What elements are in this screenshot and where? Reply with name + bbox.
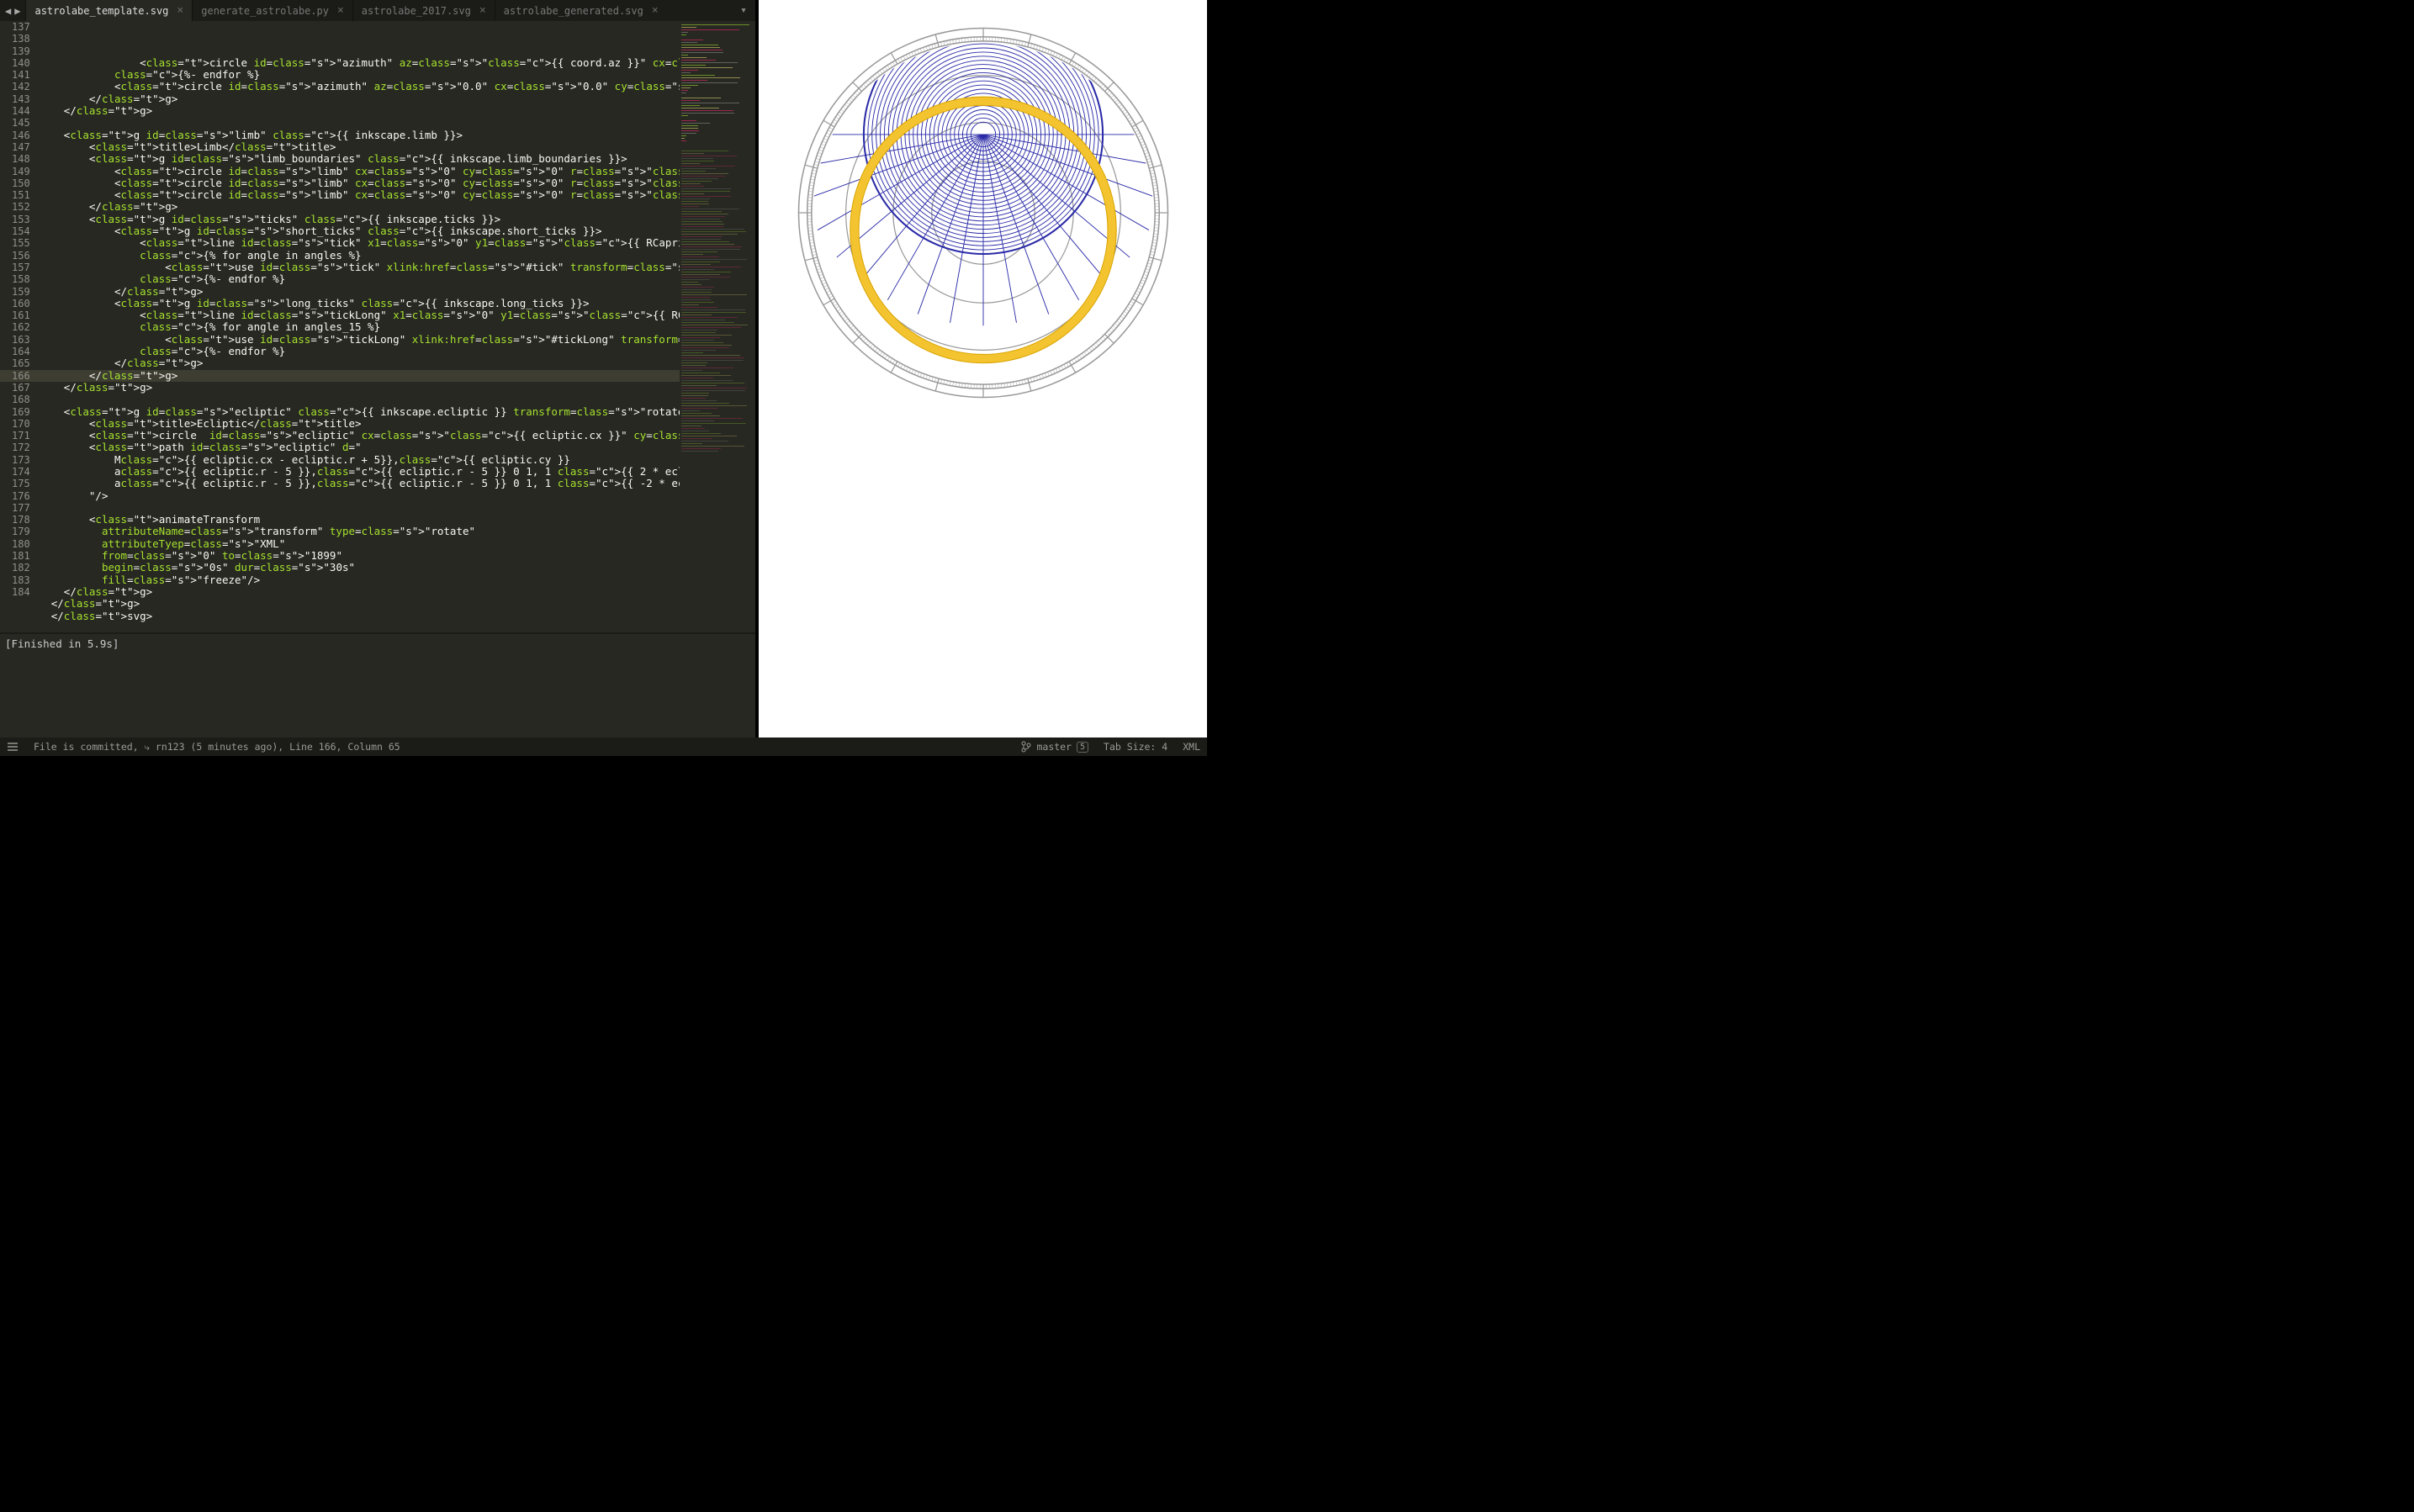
editor-panel: ◀ ▶ astrolabe_template.svg×generate_astr… bbox=[0, 0, 755, 737]
syntax-text: XML bbox=[1183, 741, 1200, 753]
code-area[interactable]: 1371381391401411421431441451461471481491… bbox=[0, 21, 755, 632]
close-icon[interactable]: × bbox=[479, 4, 486, 17]
status-bar: File is committed, ⤷ rn123 (5 minutes ag… bbox=[0, 737, 1207, 756]
code-text[interactable]: <class="t">circle id=class="s">"azimuth"… bbox=[39, 21, 680, 632]
branch-count-badge: 5 bbox=[1077, 742, 1088, 753]
git-branch-icon bbox=[1021, 741, 1031, 753]
tab-generate_astrolabe-py[interactable]: generate_astrolabe.py × bbox=[192, 0, 352, 21]
astrolabe-preview bbox=[777, 7, 1189, 419]
tab-astrolabe_template-svg[interactable]: astrolabe_template.svg × bbox=[25, 0, 192, 21]
status-menu-button[interactable] bbox=[7, 743, 19, 751]
close-icon[interactable]: × bbox=[177, 4, 183, 17]
nav-back-icon[interactable]: ◀ bbox=[5, 5, 11, 17]
branch-name: master bbox=[1036, 741, 1072, 753]
main-area: ◀ ▶ astrolabe_template.svg×generate_astr… bbox=[0, 0, 1207, 737]
close-icon[interactable]: × bbox=[337, 4, 344, 17]
tab-overflow-button[interactable]: ▾ bbox=[732, 0, 755, 21]
status-branch[interactable]: master 5 bbox=[1021, 741, 1088, 753]
preview-panel bbox=[755, 0, 1207, 737]
status-tab-size[interactable]: Tab Size: 4 bbox=[1104, 741, 1167, 753]
tab-history-nav: ◀ ▶ bbox=[0, 0, 25, 21]
tab-label: astrolabe_2017.svg bbox=[362, 5, 471, 17]
tab-bar: ◀ ▶ astrolabe_template.svg×generate_astr… bbox=[0, 0, 755, 21]
nav-forward-icon[interactable]: ▶ bbox=[14, 5, 20, 17]
hamburger-icon bbox=[7, 743, 19, 751]
status-syntax[interactable]: XML bbox=[1183, 741, 1200, 753]
line-number-gutter[interactable]: 1371381391401411421431441451461471481491… bbox=[0, 21, 39, 632]
minimap[interactable] bbox=[680, 21, 755, 632]
tab-label: astrolabe_template.svg bbox=[34, 5, 168, 17]
tab-astrolabe_generated-svg[interactable]: astrolabe_generated.svg × bbox=[495, 0, 667, 21]
tab-label: generate_astrolabe.py bbox=[201, 5, 329, 17]
tab-astrolabe_2017-svg[interactable]: astrolabe_2017.svg × bbox=[352, 0, 495, 21]
tab-size-text: Tab Size: 4 bbox=[1104, 741, 1167, 753]
close-icon[interactable]: × bbox=[652, 4, 659, 17]
status-vcs-info[interactable]: File is committed, ⤷ rn123 (5 minutes ag… bbox=[34, 741, 400, 753]
build-output-text: [Finished in 5.9s] bbox=[5, 637, 119, 650]
build-output-panel[interactable]: [Finished in 5.9s] bbox=[0, 632, 755, 737]
chevron-down-icon: ▾ bbox=[740, 4, 747, 17]
vcs-text: File is committed, ⤷ rn123 (5 minutes ag… bbox=[34, 741, 400, 753]
tab-label: astrolabe_generated.svg bbox=[504, 5, 643, 17]
